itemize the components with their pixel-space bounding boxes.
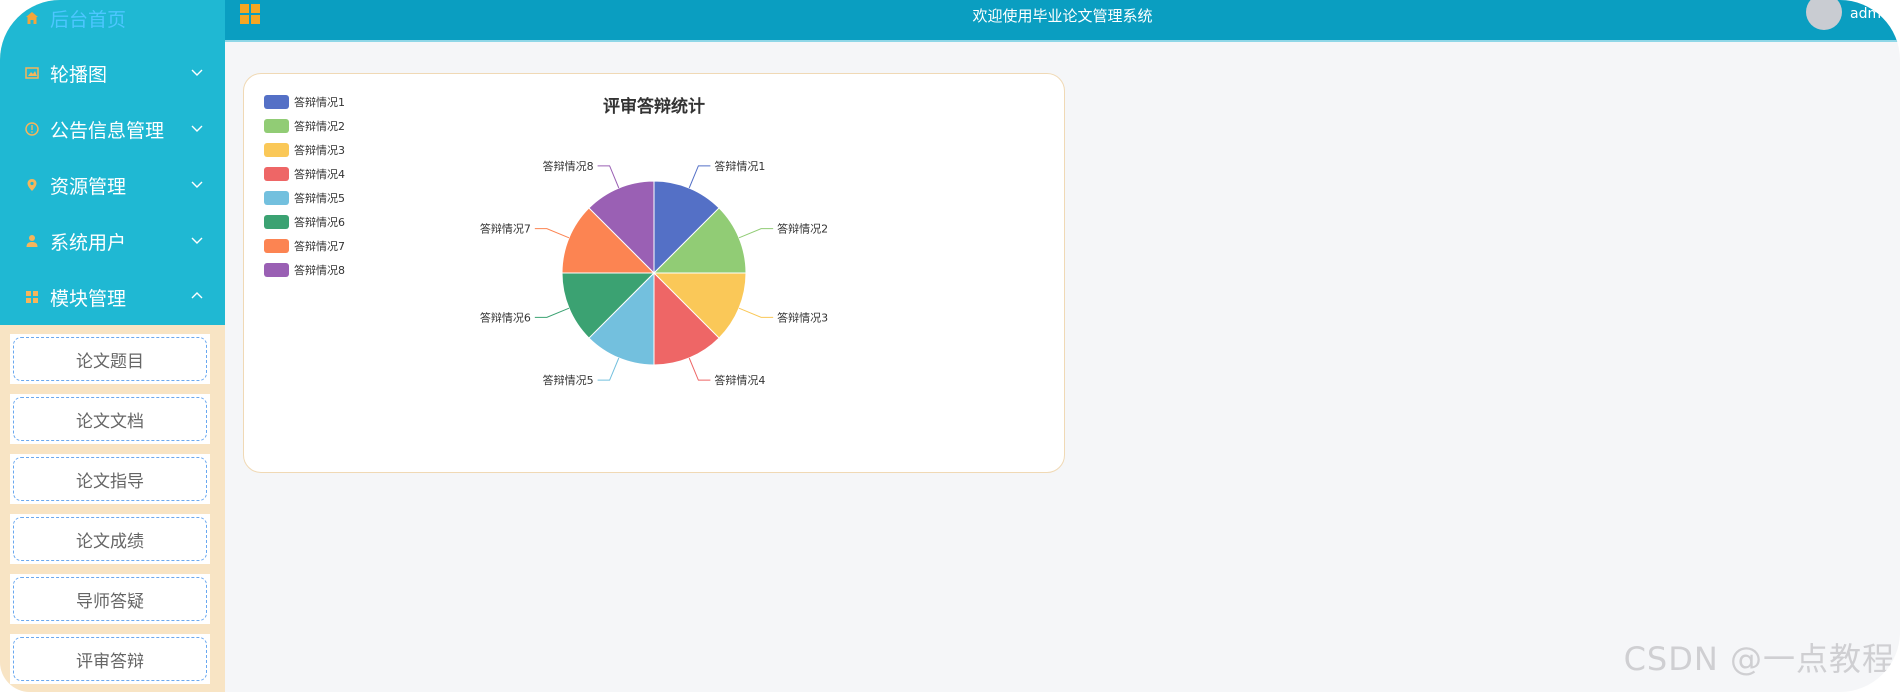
legend-label[interactable]: 答辩情况1	[294, 95, 345, 109]
app-window: 后台首页 轮播图 公告信息管理 资源管理 系统用户 模块管理 论文题目 论文文档…	[0, 0, 1900, 692]
legend-swatch[interactable]	[264, 167, 289, 181]
legend-label[interactable]: 答辩情况5	[294, 191, 345, 205]
slice-label: 答辩情况7	[480, 222, 531, 236]
slice-label: 答辩情况5	[543, 373, 594, 387]
slice-label: 答辩情况4	[714, 373, 765, 387]
slice-label: 答辩情况6	[480, 310, 531, 324]
legend-label[interactable]: 答辩情况7	[294, 239, 345, 253]
legend-label[interactable]: 答辩情况2	[294, 119, 345, 133]
legend-swatch[interactable]	[264, 215, 289, 229]
legend-swatch[interactable]	[264, 95, 289, 109]
label-line	[688, 165, 711, 189]
legend-label[interactable]: 答辩情况3	[294, 143, 345, 157]
legend-swatch[interactable]	[264, 143, 289, 157]
label-line	[597, 357, 620, 381]
legend-swatch[interactable]	[264, 239, 289, 253]
legend-swatch[interactable]	[264, 119, 289, 133]
legend-swatch[interactable]	[264, 191, 289, 205]
label-line	[534, 228, 570, 239]
slice-label: 答辩情况3	[777, 310, 828, 324]
slice-label: 答辩情况8	[543, 159, 594, 173]
legend-swatch[interactable]	[264, 263, 289, 277]
pie-chart: 答辩情况1 答辩情况2 答辩情况3 答辩情况4 答辩情况5 答辩情况6 答辩情况7 答辩情况8…	[264, 95, 828, 387]
label-line	[688, 357, 711, 381]
label-line	[534, 307, 570, 318]
watermark: CSDN @一点教程	[1623, 640, 1895, 678]
legend-label[interactable]: 答辩情况8	[294, 263, 345, 277]
label-line	[597, 165, 620, 189]
legend-label[interactable]: 答辩情况6	[294, 215, 345, 229]
slice-label: 答辩情况2	[777, 222, 828, 236]
label-line	[738, 228, 774, 239]
slice-label: 答辩情况1	[714, 159, 765, 173]
label-line	[738, 307, 774, 318]
legend-label[interactable]: 答辩情况4	[294, 167, 345, 181]
